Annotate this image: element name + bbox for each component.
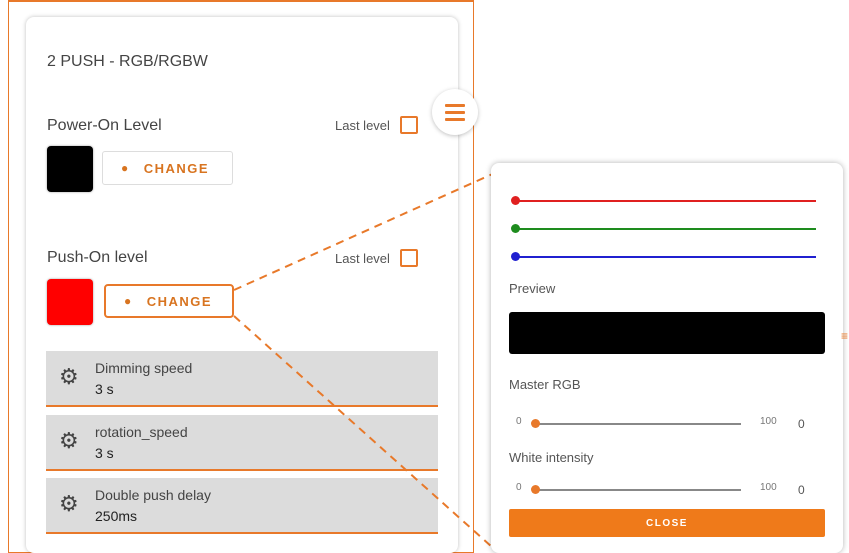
slider-track <box>535 423 741 425</box>
slider-max: 100 <box>760 482 777 493</box>
master-rgb-label: Master RGB <box>509 377 581 392</box>
slider-min: 0 <box>516 482 522 493</box>
color-preview <box>509 312 825 354</box>
color-picker-popup: Preview Master RGB 0 100 0 White intensi… <box>491 163 843 553</box>
preview-label: Preview <box>509 281 556 296</box>
green-slider-thumb[interactable] <box>511 224 520 233</box>
red-channel-slider[interactable] <box>511 196 816 205</box>
master-rgb-slider[interactable]: 0 100 0 <box>516 416 826 431</box>
blue-slider-thumb[interactable] <box>511 252 520 261</box>
slider-max: 100 <box>760 416 777 427</box>
close-button[interactable]: CLOSE <box>509 509 825 537</box>
slider-thumb[interactable] <box>531 485 540 494</box>
blue-channel-slider[interactable] <box>511 252 816 261</box>
slider-value: 0 <box>798 483 805 497</box>
white-intensity-slider[interactable]: 0 100 0 <box>516 482 826 497</box>
slider-thumb[interactable] <box>531 419 540 428</box>
slider-min: 0 <box>516 416 522 427</box>
white-intensity-label: White intensity <box>509 450 594 465</box>
green-channel-slider[interactable] <box>511 224 816 233</box>
edge-menu-fragment: ≡ <box>841 329 849 343</box>
slider-track <box>535 489 741 491</box>
slider-value: 0 <box>798 417 805 431</box>
red-slider-thumb[interactable] <box>511 196 520 205</box>
